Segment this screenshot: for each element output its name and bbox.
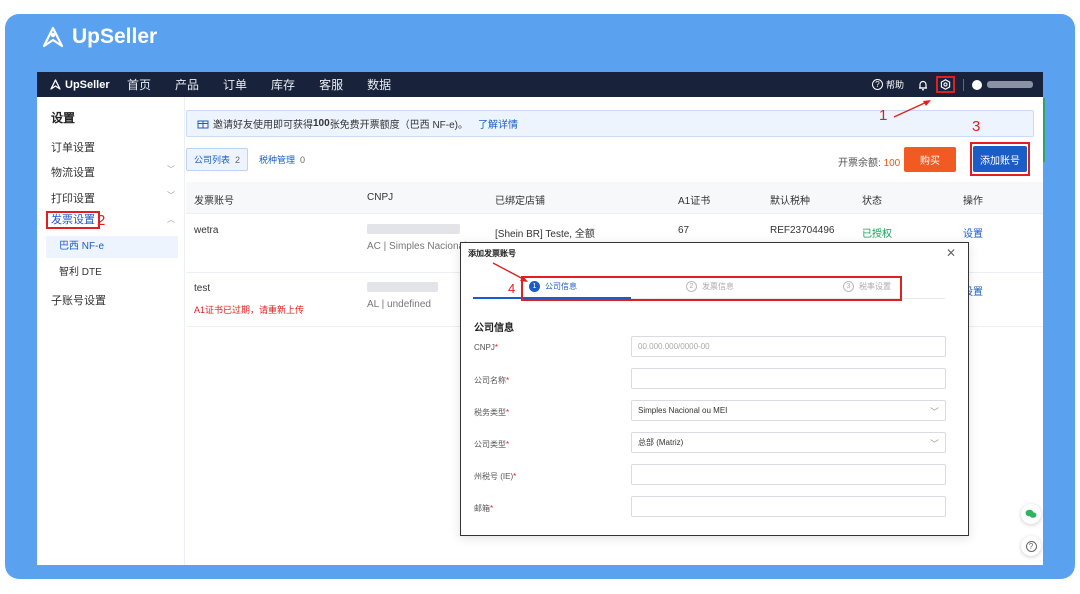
settings-button[interactable]: [936, 76, 955, 93]
help-float-button[interactable]: ?: [1021, 536, 1041, 556]
top-nav: UpSeller 首页 产品 订单 库存 客服 数据 ? 帮助: [37, 72, 1043, 97]
tax-type-label: 税务类型*: [474, 408, 510, 417]
list-tabs: 公司列表 2 税种管理 0: [186, 148, 312, 171]
tab-tax-management[interactable]: 税种管理 0: [252, 149, 312, 170]
default-tax: REF23704496: [770, 225, 835, 236]
gift-icon: [197, 120, 209, 129]
sidebar-item-logistics-settings[interactable]: 物流设置 ﹀: [51, 164, 175, 180]
chevron-down-icon: ﹀: [167, 191, 175, 200]
annotation-2: 2: [97, 212, 106, 229]
help-icon: ?: [871, 79, 883, 90]
column-header: A1证书: [678, 196, 711, 207]
bell-icon[interactable]: [916, 78, 930, 92]
help-icon: ?: [1025, 540, 1037, 552]
sidebar-item-invoice-settings[interactable]: 发票设置 ︿: [46, 211, 175, 231]
cnpj-redacted: [367, 282, 438, 292]
annotation-arrow-icon: [893, 100, 931, 118]
cnpj-subtext: AL | undefined: [367, 299, 431, 310]
account-name: test: [194, 283, 211, 294]
table-header: 发票账号 CNPJ 已绑定店铺 A1证书 默认税种 状态 操作: [186, 182, 1043, 214]
add-account-modal: 添加发票账号 ✕ 4 1 公司信息 2 发票信息 3 税率设置 公司信息 CNPJ* …: [460, 242, 969, 536]
nav-item-orders[interactable]: 订单: [223, 76, 247, 93]
sidebar-item-subaccount-settings[interactable]: 子账号设置: [51, 292, 175, 308]
user-icon[interactable]: [972, 79, 982, 90]
modal-title: 添加发票账号: [468, 249, 516, 258]
column-header: CNPJ: [367, 192, 394, 203]
add-account-highlight: 添加账号: [970, 142, 1030, 176]
cnpj-redacted: [367, 224, 460, 234]
upseller-logo-icon: [50, 79, 61, 90]
nav-item-data[interactable]: 数据: [367, 76, 391, 93]
upseller-logo-icon: [42, 26, 64, 48]
column-header: 默认税种: [770, 196, 810, 207]
cnpj-label: CNPJ*: [474, 343, 499, 352]
sidebar-title: 设置: [51, 111, 76, 125]
step-invoice-info[interactable]: 2 发票信息: [686, 281, 734, 292]
bound-store: [Shein BR] Teste, 全额: [495, 229, 595, 240]
state-tax-label: 州税号 (IE)*: [474, 472, 517, 481]
nav-item-products[interactable]: 产品: [175, 76, 199, 93]
section-title: 公司信息: [474, 323, 514, 334]
settings-sidebar: 设置 订单设置 物流设置 ﹀ 打印设置 ﹀ 发票设置 ︿ 2 巴西 NF-e 智利 …: [37, 97, 185, 565]
nav-divider: [963, 78, 964, 91]
state-tax-input[interactable]: [631, 464, 946, 485]
sidebar-item-print-settings[interactable]: 打印设置 ﹀: [51, 190, 175, 206]
tax-type-select[interactable]: Simples Nacional ou MEI ﹀: [631, 400, 946, 421]
nav-item-home[interactable]: 首页: [127, 76, 151, 93]
cert-value: 67: [678, 225, 690, 236]
nav-logo[interactable]: UpSeller: [49, 78, 127, 91]
username-redacted: [987, 81, 1033, 88]
column-header: 发票账号: [194, 196, 234, 207]
annotation-arrow-icon: [492, 262, 528, 282]
status-badge: 已授权: [862, 229, 892, 240]
invoice-balance: 开票余额: 100: [838, 158, 901, 169]
settings-link[interactable]: 设置: [963, 225, 983, 240]
invoice-settings-highlight: 发票设置: [46, 211, 100, 229]
company-type-label: 公司类型*: [474, 440, 510, 449]
chevron-up-icon: ︿: [167, 215, 175, 224]
sidebar-item-order-settings[interactable]: 订单设置: [51, 139, 175, 155]
chevron-down-icon: ﹀: [167, 165, 175, 174]
learn-more-link[interactable]: 了解详情: [478, 116, 518, 131]
brand-name: UpSeller: [72, 25, 158, 48]
wechat-icon: [1025, 509, 1037, 518]
email-input[interactable]: [631, 496, 946, 517]
account-name: wetra: [194, 225, 219, 236]
chevron-down-icon: ﹀: [929, 407, 939, 417]
annotation-1: 1: [879, 107, 888, 124]
company-name-input[interactable]: [631, 368, 946, 389]
column-header: 操作: [963, 196, 983, 207]
annotation-3: 3: [972, 118, 981, 135]
nav-item-service[interactable]: 客服: [319, 76, 343, 93]
tab-company-list[interactable]: 公司列表 2: [186, 148, 249, 171]
column-header: 状态: [862, 196, 882, 207]
add-account-button[interactable]: 添加账号: [973, 146, 1027, 172]
help-button[interactable]: ? 帮助: [871, 78, 904, 91]
brand-header: UpSeller: [40, 24, 157, 50]
sidebar-subitem-chile-dte[interactable]: 智利 DTE: [46, 262, 178, 284]
company-type-select[interactable]: 总部 (Matriz) ﹀: [631, 432, 946, 453]
chevron-down-icon: ﹀: [929, 439, 939, 449]
company-name-label: 公司名称*: [474, 376, 510, 385]
email-label: 邮箱*: [474, 504, 494, 513]
nav-item-inventory[interactable]: 库存: [271, 76, 295, 93]
gear-icon: [940, 79, 951, 90]
sidebar-subitem-brazil-nfe[interactable]: 巴西 NF-e: [46, 236, 178, 258]
column-header: 已绑定店铺: [495, 196, 545, 207]
chat-button[interactable]: [1021, 504, 1041, 524]
cnpj-subtext: AC | Simples Nacional: [367, 241, 467, 252]
cnpj-input[interactable]: 00.000.000/0000-00: [631, 336, 946, 357]
cert-expired-warning: A1证书已过期，请重新上传: [194, 305, 305, 315]
buy-button[interactable]: 购买: [904, 147, 956, 172]
step-tax-rate-settings[interactable]: 3 税率设置: [843, 281, 891, 292]
step-company-info[interactable]: 1 公司信息: [529, 281, 577, 292]
close-icon[interactable]: ✕: [946, 246, 956, 260]
